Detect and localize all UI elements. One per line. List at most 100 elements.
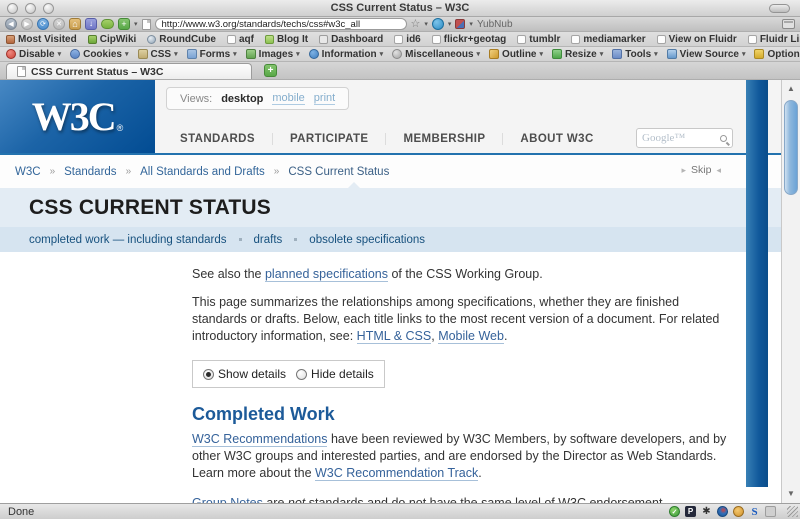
vertical-scrollbar[interactable]: ▲ ▼ bbox=[781, 80, 800, 503]
bookmark-star-icon[interactable]: ☆ bbox=[411, 19, 421, 30]
forms-icon bbox=[187, 49, 197, 59]
bookmark-item[interactable]: Most Visited bbox=[6, 34, 77, 45]
page-icon bbox=[517, 35, 526, 44]
webdev-menu-images[interactable]: Images▾ bbox=[246, 49, 300, 60]
html-css-link[interactable]: HTML & CSS bbox=[357, 329, 432, 344]
stop-icon[interactable]: ✕ bbox=[53, 18, 65, 30]
globe-status-icon[interactable] bbox=[717, 506, 728, 517]
toolbar-toggle-capsule[interactable] bbox=[769, 4, 790, 13]
nav-about-w3c[interactable]: ABOUT W3C bbox=[502, 133, 610, 145]
skip-label: Skip bbox=[691, 164, 711, 176]
extension-icon[interactable] bbox=[101, 19, 114, 29]
bookmark-item[interactable]: aqf bbox=[227, 34, 254, 45]
webdev-menu-resize[interactable]: Resize▾ bbox=[552, 49, 603, 60]
status-text: Done bbox=[8, 506, 34, 518]
snowflake-icon[interactable]: ✱ bbox=[701, 506, 712, 517]
forward-icon[interactable]: ▶ bbox=[21, 18, 33, 30]
url-dropdown-caret-icon[interactable]: ▾ bbox=[424, 20, 428, 28]
bookmark-item[interactable]: View on Fluidr bbox=[657, 34, 737, 45]
zoom-window-button[interactable] bbox=[43, 3, 54, 14]
webdev-menu-view-source[interactable]: View Source▾ bbox=[667, 49, 746, 60]
back-icon[interactable]: ◀ bbox=[5, 18, 17, 30]
webdev-menu-cookies[interactable]: Cookies▾ bbox=[70, 49, 128, 60]
bookmark-item[interactable]: flickr+geotag bbox=[432, 34, 507, 45]
views-mobile-link[interactable]: mobile bbox=[272, 92, 304, 105]
subnav-drafts[interactable]: drafts bbox=[254, 234, 283, 246]
w3c-recommendations-link[interactable]: W3C Recommendations bbox=[192, 432, 327, 447]
bookmark-item[interactable]: RoundCube bbox=[147, 34, 216, 45]
webdeveloper-toolbar: Disable▾ Cookies▾ CSS▾ Forms▾ Images▾ In… bbox=[0, 47, 800, 62]
extension-p-icon[interactable]: P bbox=[685, 506, 696, 517]
search-engine-icon[interactable] bbox=[455, 19, 465, 29]
recommendation-track-link[interactable]: W3C Recommendation Track bbox=[315, 466, 478, 481]
reload-icon[interactable]: ⟳ bbox=[37, 18, 49, 30]
bookmark-item[interactable]: mediamarker bbox=[571, 34, 645, 45]
disable-icon bbox=[6, 49, 16, 59]
webdev-menu-information[interactable]: Information▾ bbox=[309, 49, 384, 60]
webdev-menu-miscellaneous[interactable]: Miscellaneous▾ bbox=[392, 49, 480, 60]
url-field[interactable]: http://www.w3.org/standards/techs/css#w3… bbox=[155, 18, 407, 30]
google-search-input[interactable]: Google™ bbox=[636, 128, 733, 148]
scroll-up-arrow-icon[interactable]: ▲ bbox=[782, 82, 800, 96]
breadcrumb-all-standards[interactable]: All Standards and Drafts bbox=[140, 166, 265, 178]
new-tab-button[interactable]: + bbox=[264, 64, 277, 77]
hide-details-radio[interactable]: Hide details bbox=[296, 367, 374, 381]
resize-grip[interactable] bbox=[787, 506, 798, 517]
webdev-menu-forms[interactable]: Forms▾ bbox=[187, 49, 237, 60]
breadcrumb-standards[interactable]: Standards bbox=[64, 166, 116, 178]
bookmark-item[interactable]: Dashboard bbox=[319, 34, 383, 45]
window-title: CSS Current Status – W3C bbox=[0, 2, 800, 14]
tab-css-current-status[interactable]: CSS Current Status – W3C bbox=[6, 63, 252, 79]
page-body: See also the planned specifications of t… bbox=[163, 252, 781, 503]
home-icon[interactable]: ⌂ bbox=[69, 18, 81, 30]
page-icon bbox=[227, 35, 236, 44]
caret-down-icon: ▾ bbox=[125, 50, 129, 58]
webdev-menu-options[interactable]: Options▾ bbox=[754, 49, 800, 60]
scroll-down-arrow-icon[interactable]: ▼ bbox=[782, 487, 800, 501]
group-notes-link[interactable]: Group Notes bbox=[192, 496, 263, 503]
views-print-link[interactable]: print bbox=[314, 92, 335, 105]
bookmark-item[interactable]: Fluidr Link bbox=[748, 34, 800, 45]
navigation-toolbar: ◀ ▶ ⟳ ✕ ⌂ ↓ + ▾ http://www.w3.org/standa… bbox=[0, 17, 800, 32]
search-icon[interactable] bbox=[720, 135, 727, 142]
mobile-web-link[interactable]: Mobile Web bbox=[438, 329, 504, 344]
widget-caret-icon[interactable]: ▾ bbox=[448, 20, 452, 28]
planned-specifications-link[interactable]: planned specifications bbox=[265, 267, 388, 282]
webdev-menu-css[interactable]: CSS▾ bbox=[138, 49, 178, 60]
s-badge-icon[interactable]: S bbox=[749, 506, 760, 517]
search-input[interactable]: YubNub bbox=[477, 19, 513, 30]
breadcrumb-w3c[interactable]: W3C bbox=[15, 166, 41, 178]
window-mode-icon[interactable] bbox=[782, 19, 795, 29]
webdev-menu-tools[interactable]: Tools▾ bbox=[612, 49, 657, 60]
add-bookmark-icon[interactable]: + bbox=[118, 18, 130, 30]
webdev-menu-outline[interactable]: Outline▾ bbox=[489, 49, 543, 60]
download-icon[interactable]: ↓ bbox=[85, 18, 97, 30]
w3c-logo[interactable]: W3C ® bbox=[0, 80, 155, 153]
pencil-icon bbox=[489, 49, 499, 59]
nav-standards[interactable]: STANDARDS bbox=[163, 133, 272, 145]
bookmark-item[interactable]: Blog It bbox=[265, 34, 308, 45]
nav-participate[interactable]: PARTICIPATE bbox=[272, 133, 386, 145]
toolbar-caret-icon[interactable]: ▾ bbox=[134, 20, 138, 28]
bookmark-item[interactable]: tumblr bbox=[517, 34, 560, 45]
subnav-completed-work[interactable]: completed work — including standards bbox=[29, 234, 227, 246]
source-icon bbox=[667, 49, 677, 59]
scrollbar-thumb[interactable] bbox=[784, 100, 798, 195]
greasemonkey-icon[interactable] bbox=[733, 506, 744, 517]
subnav-dot bbox=[239, 238, 242, 241]
subnav-obsolete[interactable]: obsolete specifications bbox=[309, 234, 425, 246]
bookmark-item[interactable]: id6 bbox=[394, 34, 420, 45]
nav-membership[interactable]: MEMBERSHIP bbox=[385, 133, 502, 145]
skip-link[interactable]: ▸ Skip ◂ bbox=[682, 164, 722, 176]
page-title-band: CSS CURRENT STATUS bbox=[0, 188, 781, 227]
caret-down-icon: ▾ bbox=[540, 50, 544, 58]
tab-bar: CSS Current Status – W3C + bbox=[0, 62, 800, 80]
search-engine-caret-icon[interactable]: ▾ bbox=[469, 20, 473, 28]
status-check-icon[interactable]: ✓ bbox=[669, 506, 680, 517]
webdev-menu-disable[interactable]: Disable▾ bbox=[6, 49, 61, 60]
bookmark-item[interactable]: CipWiki bbox=[88, 34, 137, 45]
show-details-radio[interactable]: Show details bbox=[203, 367, 286, 381]
close-window-button[interactable] bbox=[7, 3, 18, 14]
minimize-window-button[interactable] bbox=[25, 3, 36, 14]
widget-blue-icon[interactable] bbox=[432, 18, 444, 30]
